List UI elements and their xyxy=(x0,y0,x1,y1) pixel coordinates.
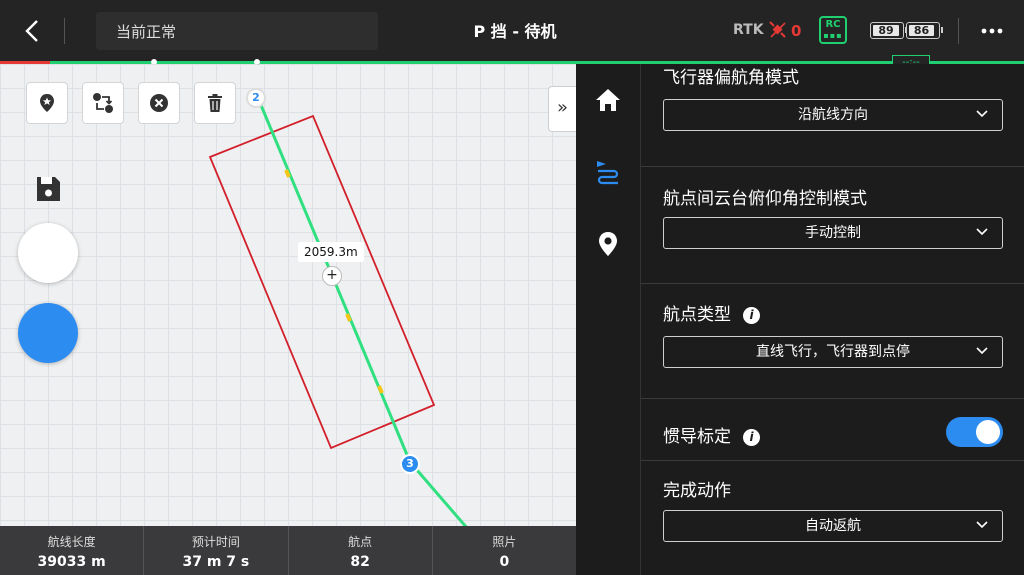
settings-panel: 飞行器偏航角模式 沿航线方向 航点间云台俯仰角控制模式 手动控制 航点类型 i 直… xyxy=(640,64,1024,575)
add-waypoint-marker[interactable]: + xyxy=(322,266,342,286)
stat-waypoints: 航点 82 xyxy=(289,526,433,575)
pin-star-icon xyxy=(40,94,54,112)
stat-label: 照片 xyxy=(492,535,517,549)
stat-label: 航线长度 xyxy=(47,535,96,549)
finish-action-title: 完成动作 xyxy=(663,481,731,501)
stat-estimated-time: 预计时间 37 m 7 s xyxy=(144,526,289,575)
status-box[interactable]: 当前正常 xyxy=(96,12,378,50)
home-icon[interactable] xyxy=(594,86,622,114)
rtk-label: RTK xyxy=(733,22,764,38)
top-bar: 当前正常 P 挡 - 待机 RTK 0 RC ▪▪▪ 89 86 xyxy=(0,0,1024,62)
divider xyxy=(641,166,1024,167)
stat-value: 39033 m xyxy=(37,554,106,570)
imu-calibration-title: 惯导标定 i xyxy=(663,422,760,447)
chevron-down-icon xyxy=(976,521,988,529)
back-arrow-icon[interactable] xyxy=(18,16,48,46)
heading-mode-select[interactable]: 沿航线方向 xyxy=(663,99,1003,131)
waypoint-marker[interactable]: 2 xyxy=(246,88,266,108)
chevron-down-icon xyxy=(976,110,988,118)
waypoint-marker[interactable]: 3 xyxy=(400,454,420,474)
clear-button[interactable] xyxy=(138,82,180,124)
gimbal-mode-select[interactable]: 手动控制 xyxy=(663,217,1003,249)
select-value: 自动返航 xyxy=(805,518,861,534)
divider xyxy=(641,283,1024,284)
route-tick xyxy=(345,313,352,322)
info-icon[interactable]: i xyxy=(743,429,760,446)
finish-action-select[interactable]: 自动返航 xyxy=(663,510,1003,542)
flight-mode-title: P 挡 - 待机 xyxy=(473,22,557,41)
satellite-icon xyxy=(769,21,786,38)
select-value: 沿航线方向 xyxy=(798,107,868,123)
waypoint-type-select[interactable]: 直线飞行，飞行器到点停 xyxy=(663,336,1003,368)
imu-calibration-toggle[interactable] xyxy=(946,417,1003,447)
select-value: 手动控制 xyxy=(805,225,861,241)
rtk-satellite-count: 0 xyxy=(791,22,802,40)
distance-label: 2059.3m xyxy=(298,242,364,262)
waypoint-type-label: 航点类型 xyxy=(663,305,731,325)
start-mission-button[interactable] xyxy=(18,258,78,363)
stat-label: 航点 xyxy=(348,535,373,549)
status-text: 当前正常 xyxy=(116,23,177,41)
collapse-panel-button[interactable]: » xyxy=(548,86,576,132)
rc-battery-level: 86 xyxy=(909,25,934,36)
location-pin-icon[interactable] xyxy=(594,230,622,258)
toggle-knob xyxy=(976,420,1000,444)
waypoint-type-title: 航点类型 i xyxy=(663,300,760,325)
swap-start-end-button[interactable] xyxy=(82,82,124,124)
rc-signal-dots: ▪▪▪ xyxy=(823,31,843,40)
more-icon[interactable] xyxy=(978,18,1006,44)
divider xyxy=(641,398,1024,399)
save-icon xyxy=(37,177,60,201)
select-value: 直线飞行，飞行器到点停 xyxy=(756,344,910,360)
swap-icon xyxy=(93,93,113,113)
stat-value: 0 xyxy=(499,554,510,570)
chevron-down-icon xyxy=(976,228,988,236)
divider xyxy=(64,18,65,44)
chevron-down-icon xyxy=(976,347,988,355)
survey-area-outline xyxy=(208,114,436,450)
info-icon[interactable]: i xyxy=(743,307,760,324)
divider xyxy=(641,460,1024,461)
map-view[interactable]: » 2 2059.3m + 3 xyxy=(0,64,576,526)
rc-label: RC xyxy=(825,19,841,30)
rc-battery: 86 xyxy=(906,22,943,39)
divider xyxy=(958,18,959,44)
delete-button[interactable] xyxy=(194,82,236,124)
stat-value: 82 xyxy=(350,554,370,570)
stat-value: 37 m 7 s xyxy=(182,554,250,570)
rc-signal-badge: RC ▪▪▪ xyxy=(819,16,847,44)
side-nav xyxy=(576,64,640,575)
aircraft-battery: 89 xyxy=(870,22,907,39)
close-circle-icon xyxy=(150,94,168,112)
add-poi-button[interactable] xyxy=(26,82,68,124)
battery-tip xyxy=(941,27,943,33)
route-segment xyxy=(408,461,468,526)
route-overlay xyxy=(208,64,468,526)
route-icon[interactable] xyxy=(594,158,622,186)
aircraft-battery-level: 89 xyxy=(873,25,899,36)
stat-route-length: 航线长度 39033 m xyxy=(0,526,145,575)
imu-calibration-label: 惯导标定 xyxy=(663,427,731,447)
route-tick xyxy=(377,385,384,394)
heading-mode-title: 飞行器偏航角模式 xyxy=(663,68,799,88)
route-tick xyxy=(284,169,291,178)
mission-stats-bar: 航线长度 39033 m 预计时间 37 m 7 s 航点 82 照片 0 xyxy=(0,526,576,575)
stat-label: 预计时间 xyxy=(191,535,240,549)
stat-photos: 照片 0 xyxy=(433,526,576,575)
play-icon xyxy=(42,258,60,280)
trash-icon xyxy=(208,94,222,112)
gimbal-mode-title: 航点间云台俯仰角控制模式 xyxy=(663,189,867,209)
